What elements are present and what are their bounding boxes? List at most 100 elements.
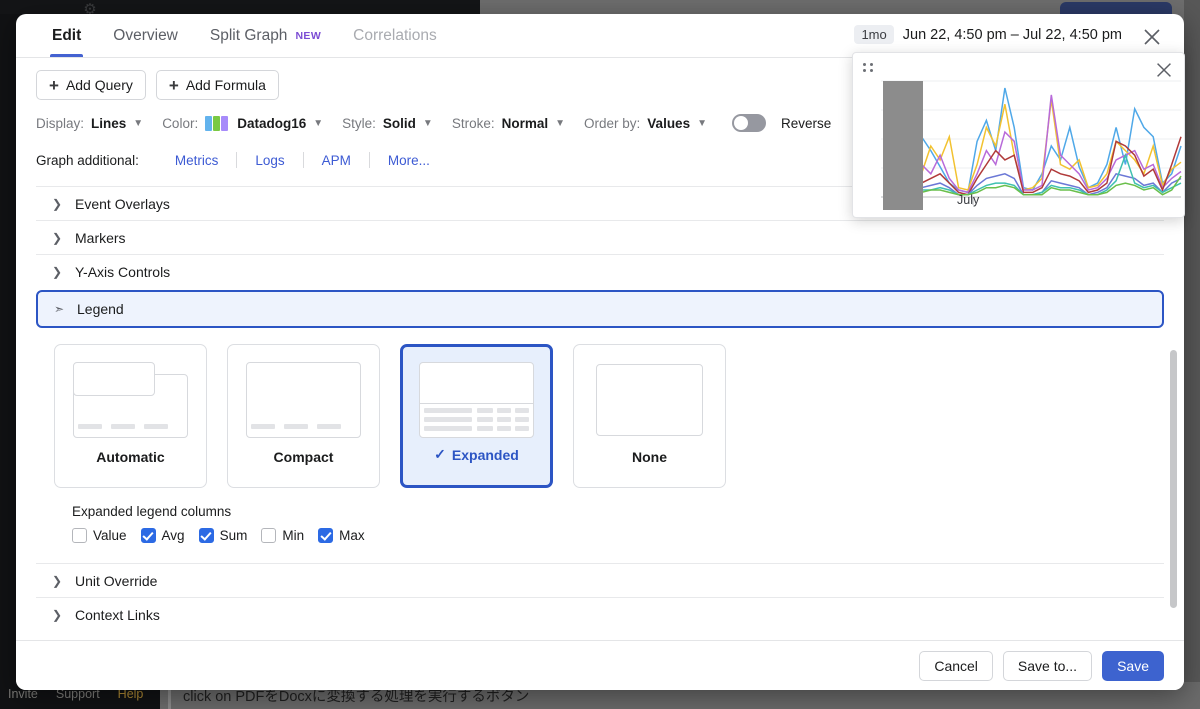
tab-edit[interactable]: Edit	[36, 14, 97, 57]
chevron-down-icon: ➣	[54, 302, 65, 316]
style-value[interactable]: Solid	[383, 116, 416, 131]
save-to-button[interactable]: Save to...	[1002, 650, 1093, 681]
cancel-button[interactable]: Cancel	[919, 650, 993, 681]
checkbox-value-label: Value	[93, 528, 127, 543]
section-legend-label: Legend	[77, 301, 124, 317]
style-label: Style:	[342, 115, 376, 131]
legend-options-panel: Automatic Compact ✓ Expanded None Expand…	[36, 330, 1164, 563]
check-icon: ✓	[434, 446, 446, 462]
tab-split-graph-label: Split Graph	[209, 26, 288, 44]
checkbox-min[interactable]: Min	[261, 528, 304, 543]
scrollbar-thumb[interactable]	[1169, 350, 1177, 608]
section-event-overlays-label: Event Overlays	[75, 195, 170, 212]
color-swatches	[205, 115, 229, 131]
legend-thumb-expanded	[419, 362, 534, 438]
tab-overview-label: Overview	[113, 26, 178, 44]
chevron-right-icon: ❯	[52, 607, 63, 622]
modal-footer: Cancel Save to... Save	[16, 640, 1184, 690]
time-range-picker[interactable]: 1mo Jun 22, 4:50 pm – Jul 22, 4:50 pm	[854, 25, 1122, 44]
section-context-links-label: Context Links	[75, 606, 160, 623]
tab-correlations-label: Correlations	[353, 26, 437, 44]
chevron-down-icon[interactable]: ▼	[697, 118, 707, 129]
legend-option-automatic-label: Automatic	[96, 449, 165, 465]
checkbox-sum[interactable]: Sum	[198, 528, 248, 543]
graph-additional-logs[interactable]: Logs	[237, 153, 302, 168]
tab-split-graph[interactable]: Split Graph NEW	[194, 14, 337, 57]
section-context-links[interactable]: ❯ Context Links	[36, 597, 1164, 631]
chevron-down-icon[interactable]: ▼	[555, 118, 565, 129]
chart-x-tick-label: July	[957, 193, 980, 207]
chart-loading-mask	[883, 81, 923, 210]
section-y-axis-controls-label: Y-Axis Controls	[75, 263, 171, 280]
checkbox-sum-box[interactable]	[198, 528, 214, 543]
legend-option-none-label: None	[632, 449, 667, 465]
color-label: Color:	[162, 115, 199, 131]
legend-option-compact-label: Compact	[273, 449, 334, 465]
close-icon[interactable]	[1140, 25, 1164, 49]
settings-accordion: ❯ Event Overlays ❯ Markers ❯ Y-Axis Cont…	[36, 186, 1164, 631]
floating-graph-preview: July	[852, 52, 1185, 218]
graph-additional-apm[interactable]: APM	[304, 153, 369, 168]
chevron-right-icon: ❯	[52, 573, 63, 588]
graph-additional-label: Graph additional:	[36, 152, 139, 168]
legend-thumb-automatic	[73, 362, 188, 438]
new-badge: NEW	[295, 29, 322, 42]
legend-option-compact[interactable]: Compact	[227, 344, 380, 488]
tab-edit-label: Edit	[52, 26, 82, 44]
legend-thumb-none	[592, 362, 707, 438]
time-range-text: Jun 22, 4:50 pm – Jul 22, 4:50 pm	[902, 26, 1122, 43]
legend-option-automatic[interactable]: Automatic	[54, 344, 207, 488]
time-range-chip: 1mo	[854, 25, 894, 44]
legend-option-none[interactable]: None	[573, 344, 726, 488]
save-button[interactable]: Save	[1102, 650, 1164, 681]
chevron-down-icon[interactable]: ▼	[423, 118, 433, 129]
checkbox-value-box[interactable]	[72, 528, 87, 543]
order-by-label: Order by:	[584, 115, 641, 131]
chevron-down-icon[interactable]: ▼	[313, 118, 323, 129]
legend-cards: Automatic Compact ✓ Expanded None	[54, 344, 1164, 488]
section-markers-label: Markers	[75, 229, 126, 246]
graph-additional-metrics[interactable]: Metrics	[157, 153, 237, 168]
checkbox-avg[interactable]: Avg	[140, 528, 185, 543]
checkbox-avg-label: Avg	[161, 528, 185, 543]
section-unit-override[interactable]: ❯ Unit Override	[36, 563, 1164, 597]
plus-icon: +	[168, 75, 179, 95]
chevron-down-icon[interactable]: ▼	[133, 118, 143, 129]
checkbox-sum-label: Sum	[219, 528, 248, 543]
checkbox-avg-box[interactable]	[140, 528, 156, 543]
reverse-toggle[interactable]	[731, 114, 766, 132]
checkbox-value[interactable]: Value	[72, 528, 127, 543]
expanded-legend-columns-title: Expanded legend columns	[72, 504, 232, 519]
section-legend[interactable]: ➣ Legend	[36, 290, 1164, 328]
chevron-right-icon: ❯	[52, 230, 63, 245]
scrollbar[interactable]	[1167, 350, 1179, 608]
reverse-label: Reverse	[780, 115, 832, 131]
checkbox-max-box[interactable]	[318, 528, 334, 543]
checkbox-min-label: Min	[282, 528, 305, 543]
tab-overview[interactable]: Overview	[97, 14, 194, 57]
checkbox-min-box[interactable]	[261, 528, 277, 543]
legend-option-expanded-label: ✓ Expanded	[434, 446, 519, 463]
display-label: Display:	[36, 115, 85, 131]
add-query-label: Add Query	[65, 77, 133, 93]
add-formula-button[interactable]: + Add Formula	[155, 70, 279, 100]
add-formula-label: Add Formula	[185, 77, 266, 93]
legend-option-expanded[interactable]: ✓ Expanded	[400, 344, 553, 488]
stroke-label: Stroke:	[451, 115, 495, 131]
graph-additional-more[interactable]: More...	[370, 153, 448, 168]
tab-correlations[interactable]: Correlations	[337, 14, 453, 57]
plus-icon: +	[49, 75, 59, 95]
checkbox-max[interactable]: Max	[318, 528, 365, 543]
stroke-value[interactable]: Normal	[502, 116, 549, 131]
add-query-button[interactable]: + Add Query	[36, 70, 146, 100]
section-unit-override-label: Unit Override	[75, 572, 158, 589]
color-value[interactable]: Datadog16	[237, 116, 306, 131]
legend-option-expanded-text: Expanded	[451, 446, 519, 463]
section-markers[interactable]: ❯ Markers	[36, 220, 1164, 254]
legend-thumb-compact	[246, 362, 361, 438]
background-topbar	[0, 0, 480, 14]
section-y-axis-controls[interactable]: ❯ Y-Axis Controls	[36, 254, 1164, 288]
order-by-value[interactable]: Values	[647, 116, 690, 131]
chevron-right-icon: ❯	[52, 196, 63, 211]
display-value[interactable]: Lines	[91, 116, 126, 131]
